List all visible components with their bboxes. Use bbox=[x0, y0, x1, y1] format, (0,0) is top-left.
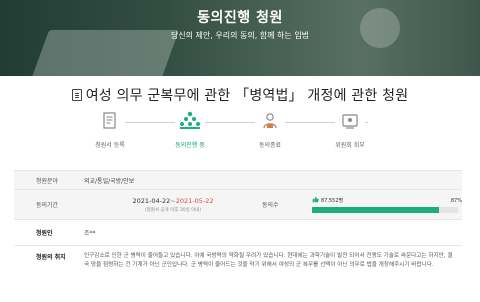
petitioner-value: 조** bbox=[84, 230, 96, 237]
people-group-icon bbox=[175, 108, 205, 134]
thumbs-up-icon bbox=[312, 196, 319, 205]
category-value: 외교/통일/국방/안보 bbox=[84, 177, 135, 185]
petitioner-row: 청원인 조** bbox=[14, 220, 462, 246]
step-closed-label: 동의종료 bbox=[258, 142, 282, 149]
hero-banner: 동의진행 청원 당신의 제안, 우리의 동의, 함께 하는 입법 bbox=[0, 0, 480, 76]
category-row: 청원분야 외교/통일/국방/안보 bbox=[14, 170, 462, 190]
period-label: 동의기간 bbox=[36, 202, 59, 209]
banner-subtitle: 당신의 제안, 우리의 동의, 함께 하는 입법 bbox=[170, 31, 310, 40]
period-dates: 2021-04-22~2021-05-22 (청원서 공개 이후 30일 이내) bbox=[84, 190, 262, 219]
step-register: 청원서 등록 bbox=[80, 108, 140, 149]
step-committee-label: 위원회 회부 bbox=[335, 142, 365, 149]
petition-title: 여성 의무 군복무에 관한 「병역법」 개정에 관한 청원 bbox=[85, 88, 409, 104]
votes-progress-bar bbox=[312, 207, 458, 213]
committee-icon bbox=[335, 108, 365, 134]
petition-title-row: 여성 의무 군복무에 관한 「병역법」 개정에 관한 청원 bbox=[0, 84, 480, 106]
step-closed: 동의종료 bbox=[240, 108, 300, 149]
purpose-text: 인구감소로 인한 군 병력이 줄어들고 있습니다. 이에 국방력의 약화될 우려… bbox=[84, 253, 453, 268]
step-register-label: 청원서 등록 bbox=[95, 142, 125, 149]
votes-count: 87,552명 bbox=[321, 198, 344, 204]
progress-steps: 청원서 등록 동의진행 중 동의종료 위원회 회부 bbox=[88, 108, 388, 156]
petitioner-label: 청원인 bbox=[36, 230, 53, 237]
period-row: 동의기간 2021-04-22~2021-05-22 (청원서 공개 이후 30… bbox=[14, 190, 462, 220]
category-label: 청원분야 bbox=[36, 177, 59, 185]
votes-progress-fill bbox=[312, 207, 440, 213]
votes-block: 87,552명 87% bbox=[312, 190, 462, 219]
votes-percent: 87% bbox=[450, 197, 462, 204]
document-register-icon bbox=[95, 108, 125, 134]
purpose-label: 청원의 취지 bbox=[36, 254, 66, 261]
period-end-date: 2021-05-22 bbox=[175, 196, 214, 205]
banner-title: 동의진행 청원 bbox=[197, 10, 283, 26]
step-in-progress: 동의진행 중 bbox=[160, 108, 220, 149]
step-in-progress-label: 동의진행 중 bbox=[175, 142, 205, 149]
person-icon bbox=[255, 108, 285, 134]
document-icon bbox=[71, 89, 82, 101]
purpose-row: 청원의 취지 인구감소로 인한 군 병력이 줄어들고 있습니다. 이에 국방력의… bbox=[14, 246, 462, 286]
petition-info-table: 청원분야 외교/통일/국방/안보 동의기간 2021-04-22~2021-05… bbox=[14, 170, 462, 286]
step-committee: 위원회 회부 bbox=[320, 108, 380, 149]
period-start-date: 2021-04-22 bbox=[132, 196, 171, 205]
votes-label: 동의수 bbox=[262, 202, 279, 209]
period-note: (청원서 공개 이후 30일 이내) bbox=[144, 207, 202, 213]
